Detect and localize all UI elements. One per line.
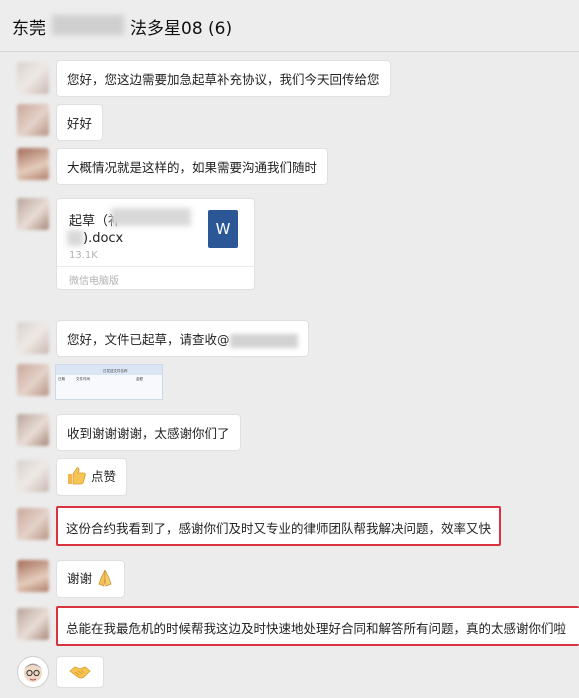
avatar[interactable] — [17, 460, 49, 492]
handshake-icon — [69, 663, 91, 684]
message-bubble[interactable] — [56, 656, 104, 688]
thumbnail-cell: 金额 — [136, 377, 143, 381]
message-text: 您好，文件已起草，请查收@ — [67, 332, 230, 347]
redacted-name — [52, 15, 124, 35]
message-bubble[interactable]: 好好 — [56, 104, 104, 141]
avatar[interactable] — [17, 104, 49, 136]
word-file-icon: W — [208, 210, 238, 248]
thumbnail-cell: 日期 — [58, 377, 65, 381]
avatar[interactable] — [17, 508, 49, 540]
praying-hands-icon — [96, 569, 114, 590]
file-size: 13.1K — [69, 250, 98, 261]
highlighted-message-bubble[interactable]: 总能在我最危机的时候帮我这边及时快速地处理好合同和解答所有问题，真的太感谢你们啦 — [56, 606, 579, 646]
file-message-card[interactable]: 起草（补 ).docx 13.1K 微信电脑版 W — [56, 198, 255, 290]
avatar[interactable] — [17, 148, 49, 180]
file-name-line2: ).docx — [83, 231, 124, 246]
message-bubble[interactable]: 您好，文件已起草，请查收@ — [56, 320, 309, 357]
image-thumbnail[interactable]: 日期 文件时间 日发送文件名称 金额 — [55, 364, 163, 400]
chat-title-suffix: 法多星08 (6) — [130, 19, 233, 39]
message-bubble[interactable]: 谢谢 — [56, 560, 125, 598]
highlighted-message-bubble[interactable]: 这份合约我看到了，感谢你们及时又专业的律师团队帮我解决问题，效率又快 — [56, 506, 502, 546]
thumbnail-cell: 日发送文件名称 — [103, 369, 128, 373]
chat-title-prefix: 东莞 — [12, 19, 46, 39]
message-text: 点赞 — [90, 469, 116, 484]
file-source: 微信电脑版 — [69, 276, 119, 287]
avatar[interactable] — [17, 414, 49, 446]
avatar[interactable] — [17, 608, 49, 640]
message-bubble[interactable]: 您好，您这边需要加急起草补充协议，我们今天回传给您 — [56, 60, 391, 97]
thumbs-up-icon — [67, 467, 87, 488]
avatar[interactable] — [17, 656, 49, 688]
avatar[interactable] — [17, 560, 49, 592]
redacted-filename — [67, 230, 83, 246]
message-bubble[interactable]: 大概情况就是这样的，如果需要沟通我们随时 — [56, 148, 329, 185]
message-bubble[interactable]: 收到谢谢谢谢，太感谢你们了 — [56, 414, 241, 451]
redacted-mention — [229, 333, 298, 348]
avatar[interactable] — [17, 62, 49, 94]
avatar[interactable] — [17, 364, 49, 396]
divider — [57, 266, 254, 267]
redacted-filename — [111, 208, 191, 226]
message-text: 谢谢 — [67, 571, 93, 586]
thumbnail-cell: 文件时间 — [76, 377, 90, 381]
avatar[interactable] — [17, 322, 49, 354]
chat-header: 东莞 法多星08 (6) — [0, 0, 579, 52]
message-bubble[interactable]: 点赞 — [56, 458, 127, 496]
avatar[interactable] — [17, 198, 49, 230]
